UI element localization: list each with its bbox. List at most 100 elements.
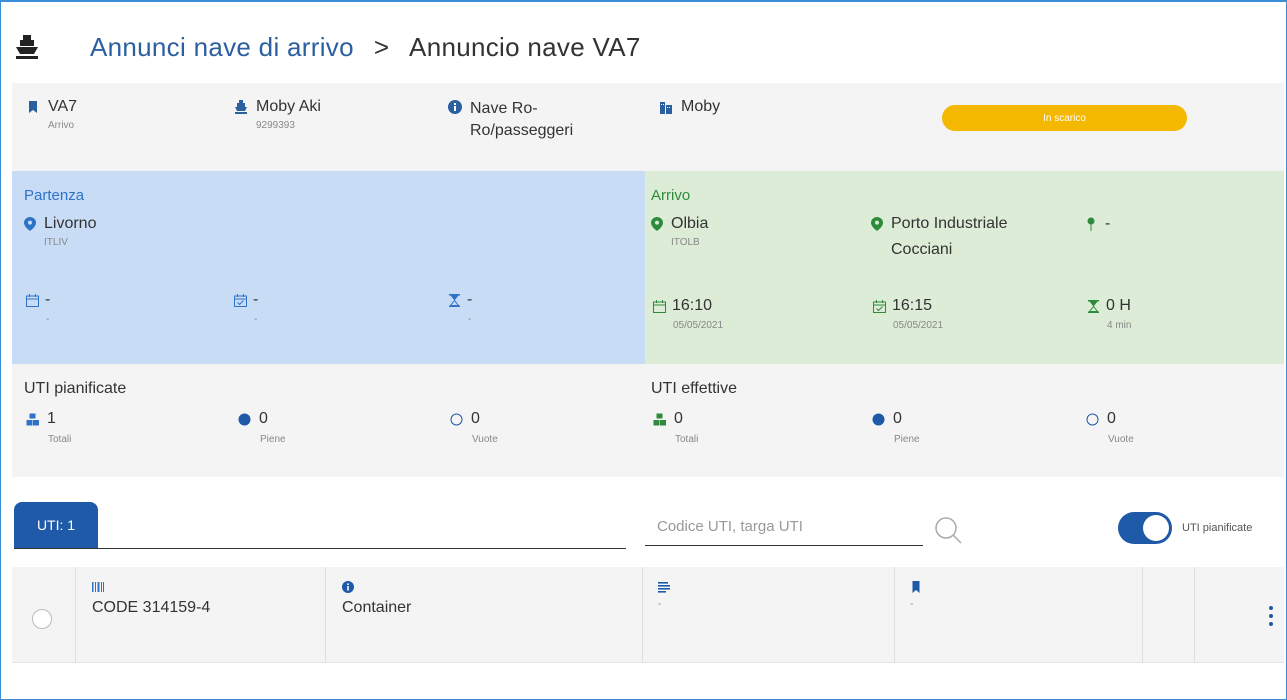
departure-port: Livorno ITLIV [24,211,96,248]
arrival-planned-time-value: 16:10 [672,297,713,314]
ship-icon [235,100,247,114]
uti-actual-total-value: 0 [674,410,683,427]
page-header: Annunci nave di arrivo > Annuncio nave V… [14,22,1274,72]
uti-planned-empty: 0 Vuote [450,410,498,445]
voyage-type: Arrivo [48,120,75,131]
uti-code: CODE 314159-4 [92,599,211,616]
search-input[interactable] [645,508,923,546]
empty-circle-icon [1086,413,1099,425]
uti-actual-title: UTI effettive [651,380,737,397]
uti-planned-empty-value: 0 [471,410,480,427]
bookmark-icon [29,101,37,113]
hourglass-icon [1088,299,1099,313]
location-pin-icon [651,217,663,231]
cell-description-value: - [658,599,662,610]
uti-actual-full-value: 0 [893,410,902,427]
boxes-icon [653,413,666,425]
company-info: Moby [659,98,720,116]
arrival-panel: Arrivo Olbia ITOLB Porto Industriale Coc… [645,171,1284,364]
column-divider [1142,567,1143,663]
departure-actual-time: - - [234,291,258,325]
filled-circle-icon [872,413,885,425]
planned-uti-toggle[interactable] [1118,512,1172,544]
departure-duration-value: - [467,291,473,308]
cell-reference: - [910,581,922,610]
ship-type-line2: Ro/passeggeri [470,122,574,139]
departure-port-code: ITLIV [44,237,68,248]
uti-planned-title: UTI pianificate [24,380,127,397]
cell-description: - [658,581,670,610]
search-icon[interactable] [934,516,964,546]
column-divider [75,567,76,663]
location-pin-icon [24,217,36,231]
voyage-code: VA7 [48,98,78,115]
arrival-terminal-line1: Porto Industriale [891,215,1008,232]
uti-planned-full-label: Piene [260,434,286,445]
status-badge: In scarico [942,105,1187,131]
departure-title: Partenza [24,187,85,204]
arrival-actual-time-value: 16:15 [892,297,933,314]
info-icon [448,100,462,114]
uti-actual-total: 0 Totali [653,410,698,445]
arrival-terminal: Porto Industriale Cocciani [871,211,1008,263]
uti-actual-full-label: Piene [894,434,920,445]
departure-panel: Partenza Livorno ITLIV - - - - - - [12,171,645,364]
uti-planned-full: 0 Piene [238,410,286,445]
row-select-radio[interactable] [32,609,52,629]
departure-duration: - - [448,291,472,325]
cell-reference-value: - [910,599,914,610]
departure-actual-date: - [254,314,258,325]
arrival-berth: - [1085,211,1110,237]
ship-icon [16,35,38,59]
arrival-planned-date: 05/05/2021 [673,320,724,331]
toggle-label: UTI pianificate [1182,522,1253,534]
column-divider [1194,567,1195,663]
tab-uti[interactable]: UTI: 1 [14,502,98,548]
uti-planned-total-value: 1 [47,410,56,427]
departure-duration-sub: - [468,314,472,325]
uti-planned-total-label: Totali [48,434,72,445]
uti-planned-full-value: 0 [259,410,268,427]
breadcrumb-parent-link[interactable]: Annunci nave di arrivo [90,32,354,63]
tab-underline [14,548,626,549]
arrival-port-code: ITOLB [671,237,700,248]
calendar-check-icon [873,299,886,313]
text-lines-icon [658,582,670,593]
empty-circle-icon [450,413,463,425]
company-name: Moby [681,98,721,115]
ship-name: Moby Aki [256,98,321,115]
page-title: Annuncio nave VA7 [409,31,641,62]
column-divider [325,567,326,663]
cell-code: CODE 314159-4 [92,581,210,617]
arrival-actual-date: 05/05/2021 [893,320,944,331]
arrival-duration: 0 H 4 min [1087,297,1131,331]
ship-type-line1: Nave Ro- [470,100,538,117]
voyage-info: VA7 Arrivo [26,98,77,131]
uti-actual-empty-label: Vuote [1108,434,1134,445]
location-pin-icon [871,217,883,231]
departure-planned-date: - [46,314,50,325]
info-icon [342,581,354,593]
toggle-knob [1143,515,1169,541]
arrival-duration-value: 0 H [1106,297,1131,314]
table-row[interactable]: CODE 314159-4 Container - - [12,567,1284,663]
breadcrumb-separator: > [373,31,390,62]
uti-actual-empty: 0 Vuote [1086,410,1134,445]
uti-summary: UTI pianificate 1 Totali 0 Piene 0 Vuote… [12,364,1284,477]
column-divider [642,567,643,663]
ship-imo: 9299393 [256,120,295,131]
filled-circle-icon [238,413,251,425]
arrival-actual-time: 16:15 05/05/2021 [873,297,943,331]
more-options-icon[interactable] [1268,605,1274,627]
column-divider [894,567,895,663]
departure-port-name: Livorno [44,215,97,232]
uti-actual-total-label: Totali [675,434,699,445]
uti-type: Container [342,599,412,616]
calendar-icon [653,299,666,313]
arrival-duration-sub: 4 min [1107,320,1132,331]
calendar-icon [26,293,39,307]
boxes-icon [26,413,39,425]
company-icon [660,102,672,114]
calendar-check-icon [234,293,247,307]
departure-planned-time: - - [26,291,50,325]
